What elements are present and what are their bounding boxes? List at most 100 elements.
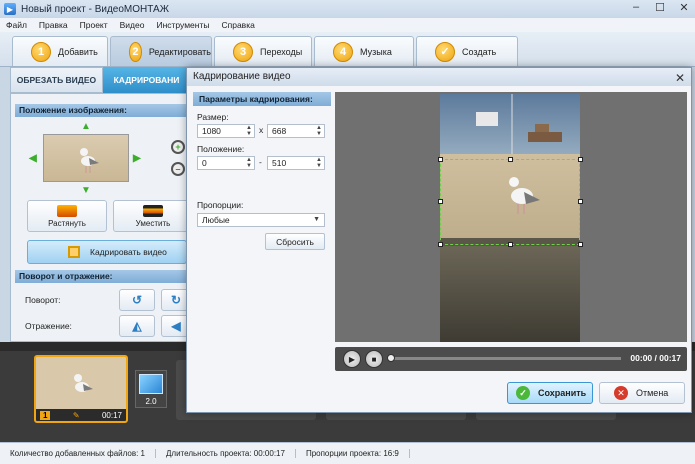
crop-icon <box>68 246 80 258</box>
fit-button[interactable]: Уместить <box>113 200 193 232</box>
height-value: 668 <box>272 126 287 136</box>
cancel-button[interactable]: ✕ Отмена <box>599 382 685 404</box>
edit-panel: Положение изображения: ▲ ▼ ◀ ▶ + – Растя… <box>10 93 193 342</box>
close-icon[interactable]: ✕ <box>677 1 691 14</box>
step-transitions[interactable]: 3 Переходы <box>214 36 312 66</box>
stretch-label: Растянуть <box>48 218 86 228</box>
mirror-label: Отражение: <box>25 321 72 331</box>
pos-x-value: 0 <box>202 158 207 168</box>
tab-crop[interactable]: КАДРИРОВАНИ <box>102 67 190 93</box>
crop-handle-bottom[interactable] <box>508 242 513 247</box>
menu-help[interactable]: Справка <box>221 20 254 30</box>
menu-tools[interactable]: Инструменты <box>156 20 209 30</box>
step-add[interactable]: 1 Добавить <box>12 36 108 66</box>
clip-duration: 00:17 <box>101 410 122 420</box>
crop-params-panel: Параметры кадрирования: Размер: 1080 ▲ ▼ … <box>193 92 331 342</box>
ratio-label: Пропорции: <box>197 200 244 210</box>
arrow-up-icon[interactable]: ▲ <box>81 121 91 132</box>
size-label: Размер: <box>197 112 229 122</box>
step-label: Редактировать <box>148 46 211 57</box>
menu-project[interactable]: Проект <box>80 20 108 30</box>
status-duration: Длительность проекта: 00:00:17 <box>156 449 296 458</box>
reset-button[interactable]: Сбросить <box>265 233 325 250</box>
status-bar: Количество добавленных файлов: 1 Длитель… <box>0 442 695 464</box>
rotate-label: Поворот: <box>25 295 61 305</box>
tab-trim-video[interactable]: ОБРЕЗАТЬ ВИДЕО <box>10 67 103 93</box>
menu-edit[interactable]: Правка <box>39 20 68 30</box>
size-separator: x <box>259 125 264 135</box>
spinner-arrows-icon[interactable]: ▲ ▼ <box>316 157 322 169</box>
app-icon: ▶ <box>4 3 16 15</box>
zoom-in-icon[interactable]: + <box>171 140 185 154</box>
rotate-right-icon: ↻ <box>170 293 182 307</box>
close-icon[interactable]: ✕ <box>675 69 685 87</box>
pos-x-spinner[interactable]: 0 ▲ ▼ <box>197 156 255 170</box>
transition-slot[interactable]: 2.0 <box>135 370 167 408</box>
step-label: Музыка <box>360 46 392 57</box>
seek-track[interactable] <box>391 357 621 360</box>
pencil-icon[interactable]: ✎ <box>73 411 80 420</box>
spinner-arrows-icon[interactable]: ▲ ▼ <box>246 157 252 169</box>
pos-y-spinner[interactable]: 510 ▲ ▼ <box>267 156 325 170</box>
spinner-arrows-icon[interactable]: ▲ ▼ <box>316 125 322 137</box>
menu-video[interactable]: Видео <box>120 20 145 30</box>
step-music[interactable]: 4 Музыка <box>314 36 414 66</box>
crop-handle-top-left[interactable] <box>438 157 443 162</box>
fit-label: Уместить <box>135 218 171 228</box>
minimize-icon[interactable]: – <box>629 1 643 14</box>
crop-dialog: Кадрирование видео ✕ Параметры кадрирова… <box>186 67 692 413</box>
rotate-left-icon: ↺ <box>131 293 143 307</box>
crop-handle-top-right[interactable] <box>578 157 583 162</box>
player-controls: ▶ ■ 00:00 / 00:17 <box>335 347 687 371</box>
position-separator: - <box>259 157 262 167</box>
arrow-left-icon[interactable]: ◀ <box>29 153 37 164</box>
check-icon: ✓ <box>516 386 530 400</box>
mirror-horizontal-button[interactable]: ◭ <box>119 315 155 337</box>
crop-selection[interactable] <box>440 159 580 245</box>
crop-handle-top[interactable] <box>508 157 513 162</box>
height-spinner[interactable]: 668 ▲ ▼ <box>267 124 325 138</box>
seek-handle[interactable] <box>387 354 395 362</box>
spinner-arrows-icon[interactable]: ▲ ▼ <box>246 125 252 137</box>
crop-preview <box>335 92 687 342</box>
stop-icon[interactable]: ■ <box>365 350 383 368</box>
dialog-title: Кадрирование видео <box>193 71 291 82</box>
title-bar: ▶ Новый проект - ВидеоМОНТАЖ – ☐ ✕ <box>0 0 695 18</box>
step-number-badge: 3 <box>233 41 253 62</box>
step-label: Добавить <box>58 46 98 57</box>
crop-handle-right[interactable] <box>578 199 583 204</box>
crop-handle-bottom-right[interactable] <box>578 242 583 247</box>
crop-handle-left[interactable] <box>438 199 443 204</box>
arrow-right-icon[interactable]: ▶ <box>133 153 141 164</box>
save-button[interactable]: ✓ Сохранить <box>507 382 593 404</box>
width-spinner[interactable]: 1080 ▲ ▼ <box>197 124 255 138</box>
mirror-horizontal-icon: ◭ <box>132 319 142 333</box>
arrow-down-icon[interactable]: ▼ <box>81 185 91 196</box>
maximize-icon[interactable]: ☐ <box>653 1 667 14</box>
ratio-select[interactable]: Любые ▼ <box>197 213 325 227</box>
save-label: Сохранить <box>538 388 587 398</box>
step-edit[interactable]: 2 Редактировать <box>110 36 212 66</box>
transition-icon <box>139 374 163 394</box>
timeline-clip[interactable]: 1 ✎ 00:17 <box>34 355 128 423</box>
step-create[interactable]: ✓ Создать <box>416 36 518 66</box>
image-position-preview <box>43 134 129 182</box>
mirror-vertical-icon: ◀ <box>171 319 181 333</box>
video-dimmed-area <box>440 246 580 342</box>
zoom-out-icon[interactable]: – <box>171 162 185 176</box>
menu-file[interactable]: Файл <box>6 20 27 30</box>
dialog-title-bar: Кадрирование видео ✕ <box>187 68 691 86</box>
crop-handle-bottom-left[interactable] <box>438 242 443 247</box>
rotate-left-button[interactable]: ↺ <box>119 289 155 311</box>
crop-video-button[interactable]: Кадрировать видео <box>27 240 187 264</box>
status-files-count: Количество добавленных файлов: 1 <box>0 449 156 458</box>
play-icon[interactable]: ▶ <box>343 350 361 368</box>
stretch-button[interactable]: Растянуть <box>27 200 107 232</box>
ratio-value: Любые <box>202 215 230 225</box>
status-ratio: Пропорции проекта: 16:9 <box>296 449 410 458</box>
width-value: 1080 <box>202 126 221 136</box>
rotate-section-header: Поворот и отражение: <box>15 270 187 283</box>
step-number-badge: 4 <box>333 41 353 62</box>
step-number-badge: 2 <box>129 41 142 62</box>
params-header: Параметры кадрирования: <box>193 92 331 106</box>
